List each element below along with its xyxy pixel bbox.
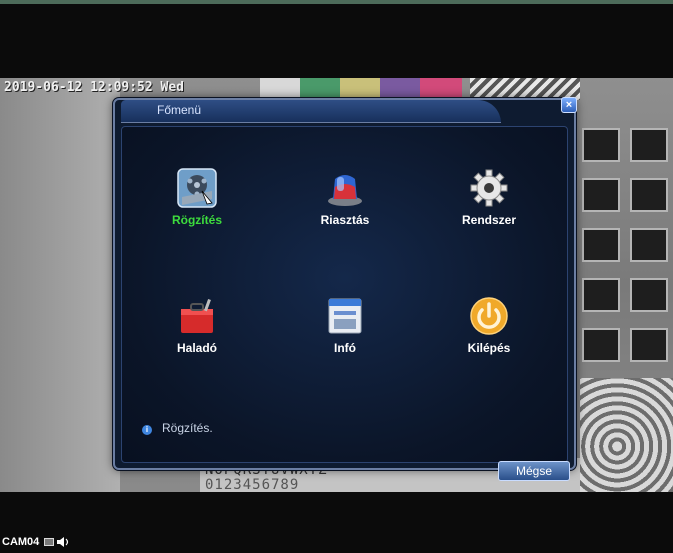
record-icon — [176, 167, 218, 209]
alarm-icon — [324, 167, 366, 209]
menu-label-advanced: Haladó — [176, 341, 217, 355]
info-icon: i — [142, 425, 152, 435]
checker-tile — [582, 278, 620, 312]
test-circles — [580, 378, 673, 492]
top-border — [0, 0, 673, 4]
checker-tile — [630, 328, 668, 362]
color-bar — [300, 78, 342, 98]
checker-tile — [630, 228, 668, 262]
menu-item-system[interactable]: Rendszer — [434, 167, 544, 227]
chart-digits: 0123456789 — [205, 477, 300, 492]
info-description: Rögzítés. — [162, 421, 213, 435]
osd-datetime: 2019-06-12 12:09:52 Wed — [4, 80, 185, 95]
menu-item-advanced[interactable]: Haladó — [142, 295, 252, 355]
menu-panel: Rögzítés Riasztás Rendszer Haladó Infó K… — [121, 126, 570, 481]
main-menu-dialog: Főmenü × Rögzítés Riasztás Rendszer Hala… — [113, 97, 577, 481]
cancel-button[interactable]: Mégse — [498, 461, 570, 481]
checker-tile — [630, 128, 668, 162]
close-button[interactable]: × — [561, 97, 577, 113]
checker-tile — [582, 228, 620, 262]
color-bar — [260, 78, 302, 98]
checker-tile — [630, 178, 668, 212]
menu-label-system: Rendszer — [461, 213, 517, 227]
menu-label-info: Infó — [334, 341, 356, 355]
checker-tile — [582, 178, 620, 212]
menu-item-alarm[interactable]: Riasztás — [290, 167, 400, 227]
dialog-title: Főmenü — [157, 103, 202, 117]
power-icon — [468, 295, 510, 337]
menu-label-logout: Kilépés — [467, 341, 511, 355]
menu-item-logout[interactable]: Kilépés — [434, 295, 544, 355]
title-bar: Főmenü — [121, 100, 501, 123]
menu-label-recording: Rögzítés — [171, 213, 222, 227]
checker-tile — [630, 278, 668, 312]
color-bar — [340, 78, 382, 98]
menu-item-info[interactable]: Infó — [290, 295, 400, 355]
record-status-icon — [44, 538, 54, 546]
audio-icon — [57, 537, 69, 547]
color-bar — [420, 78, 462, 98]
checker-tile — [582, 128, 620, 162]
camera-name: CAM04 — [2, 536, 40, 548]
left-wall — [0, 78, 120, 492]
color-bar — [380, 78, 422, 98]
checker-tile — [582, 328, 620, 362]
info-window-icon — [324, 295, 366, 337]
gear-icon — [468, 167, 510, 209]
menu-label-alarm: Riasztás — [320, 213, 370, 227]
menu-item-recording[interactable]: Rögzítés — [142, 167, 252, 227]
toolbox-icon — [176, 295, 218, 337]
